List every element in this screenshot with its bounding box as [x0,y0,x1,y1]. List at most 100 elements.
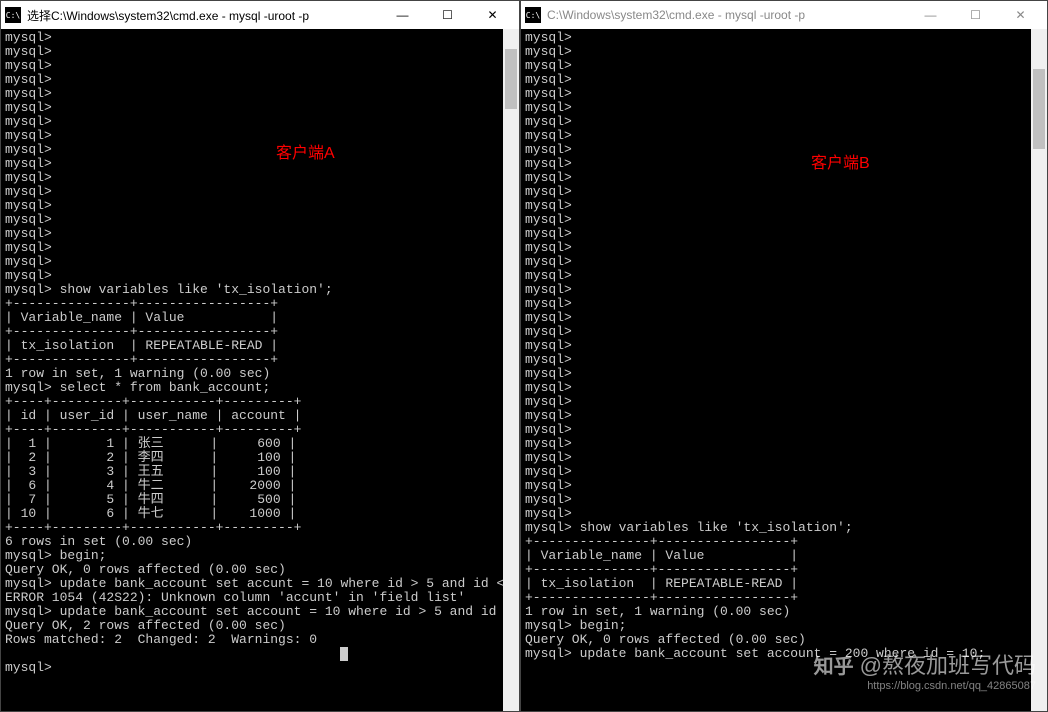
terminal-line: mysql> [5,45,515,59]
terminal-line: mysql> [525,339,1043,353]
terminal-line: mysql> [525,297,1043,311]
title-b: C:\Windows\system32\cmd.exe - mysql -uro… [547,8,908,22]
terminal-line: Rows matched: 2 Changed: 2 Warnings: 0 [5,633,515,647]
terminal-line: mysql> [525,45,1043,59]
terminal-line: mysql> [525,87,1043,101]
terminal-line: | 10 | 6 | 牛七 | 1000 | [5,507,515,521]
terminal-line: mysql> [525,381,1043,395]
terminal-line: | Variable_name | Value | [525,549,1043,563]
terminal-line: mysql> [525,311,1043,325]
terminal-line: ERROR 1054 (42S22): Unknown column 'accu… [5,591,515,605]
terminal-line: mysql> [525,423,1043,437]
terminal-line: 1 row in set, 1 warning (0.00 sec) [525,605,1043,619]
terminal-line: mysql> [525,199,1043,213]
terminal-line: mysql> [525,479,1043,493]
terminal-line: +---------------+-----------------+ [5,325,515,339]
terminal-line: Query OK, 0 rows affected (0.00 sec) [525,633,1043,647]
terminal-line: mysql> [525,157,1043,171]
terminal-line: mysql> [525,437,1043,451]
terminal-line: mysql> [5,185,515,199]
terminal-line: mysql> [5,227,515,241]
titlebar-a[interactable]: C:\ 选择C:\Windows\system32\cmd.exe - mysq… [1,1,519,29]
terminal-line: mysql> [5,269,515,283]
terminal-line: | Variable_name | Value | [5,311,515,325]
terminal-line: | 1 | 1 | 张三 | 600 | [5,437,515,451]
terminal-line: mysql> [525,507,1043,521]
terminal-line: mysql> [525,227,1043,241]
cmd-icon: C:\ [525,7,541,23]
terminal-line: mysql> [5,157,515,171]
terminal-line: mysql> [5,255,515,269]
terminal-line: mysql> [525,101,1043,115]
terminal-body-a[interactable]: 客户端A mysql>mysql>mysql>mysql>mysql>mysql… [1,29,519,711]
terminal-line: mysql> [525,451,1043,465]
terminal-line: mysql> [5,129,515,143]
terminal-line: +----+---------+-----------+---------+ [5,521,515,535]
scrollbar-a[interactable] [503,29,519,711]
terminal-line: mysql> [525,367,1043,381]
terminal-line: +----+---------+-----------+---------+ [5,395,515,409]
terminal-line: | 6 | 4 | 牛二 | 2000 | [5,479,515,493]
terminal-line: mysql> [525,493,1043,507]
terminal-line: mysql> [525,325,1043,339]
terminal-line: | tx_isolation | REPEATABLE-READ | [525,577,1043,591]
terminal-line: mysql> [525,73,1043,87]
terminal-window-a: C:\ 选择C:\Windows\system32\cmd.exe - mysq… [0,0,520,712]
terminal-line: mysql> show variables like 'tx_isolation… [525,521,1043,535]
terminal-line: mysql> show variables like 'tx_isolation… [5,283,515,297]
terminal-line: | id | user_id | user_name | account | [5,409,515,423]
terminal-line: mysql> [525,409,1043,423]
terminal-line: mysql> [525,31,1043,45]
terminal-line: 6 rows in set (0.00 sec) [5,535,515,549]
terminal-line: mysql> [525,213,1043,227]
terminal-line: mysql> update bank_account set accunt = … [5,577,515,591]
terminal-line: mysql> begin; [525,619,1043,633]
terminal-line: mysql> select * from bank_account; [5,381,515,395]
terminal-line: mysql> [5,199,515,213]
maximize-button[interactable]: ☐ [425,1,470,29]
maximize-button[interactable]: ☐ [953,1,998,29]
terminal-line: mysql> [525,59,1043,73]
terminal-line: mysql> [525,115,1043,129]
terminal-line: Query OK, 2 rows affected (0.00 sec) [5,619,515,633]
cursor [340,647,348,661]
terminal-line: mysql> [525,171,1043,185]
title-a: 选择C:\Windows\system32\cmd.exe - mysql -u… [27,7,380,24]
cmd-icon: C:\ [5,7,21,23]
terminal-line: mysql> [525,255,1043,269]
terminal-line: mysql> update bank_account set account =… [5,605,515,619]
close-button[interactable]: ✕ [470,1,515,29]
close-button[interactable]: ✕ [998,1,1043,29]
terminal-line: 1 row in set, 1 warning (0.00 sec) [5,367,515,381]
terminal-line: mysql> [525,241,1043,255]
terminal-line: mysql> [525,129,1043,143]
scrollbar-thumb-a[interactable] [505,49,517,109]
titlebar-b[interactable]: C:\ C:\Windows\system32\cmd.exe - mysql … [521,1,1047,29]
terminal-line: mysql> [525,353,1043,367]
scrollbar-b[interactable] [1031,29,1047,711]
terminal-line: | tx_isolation | REPEATABLE-READ | [5,339,515,353]
terminal-line [5,647,515,661]
terminal-line: mysql> begin; [5,549,515,563]
terminal-line: mysql> [5,73,515,87]
terminal-line: mysql> [5,171,515,185]
minimize-button[interactable]: — [908,1,953,29]
terminal-line: mysql> [525,283,1043,297]
terminal-line: mysql> [5,115,515,129]
terminal-line: mysql> update bank_account set account =… [525,647,1043,661]
minimize-button[interactable]: — [380,1,425,29]
terminal-window-b: C:\ C:\Windows\system32\cmd.exe - mysql … [520,0,1048,712]
terminal-body-b[interactable]: 客户端B mysql>mysql>mysql>mysql>mysql>mysql… [521,29,1047,711]
terminal-line: mysql> [5,213,515,227]
terminal-line: +---------------+-----------------+ [5,297,515,311]
scrollbar-thumb-b[interactable] [1033,69,1045,149]
terminal-line: mysql> [5,59,515,73]
terminal-line: +----+---------+-----------+---------+ [5,423,515,437]
terminal-line: | 7 | 5 | 牛四 | 500 | [5,493,515,507]
terminal-line: mysql> [5,241,515,255]
terminal-line: +---------------+-----------------+ [525,563,1043,577]
terminal-line: mysql> [5,101,515,115]
terminal-line: +---------------+-----------------+ [525,535,1043,549]
terminal-line: mysql> [5,143,515,157]
terminal-line: mysql> [525,143,1043,157]
